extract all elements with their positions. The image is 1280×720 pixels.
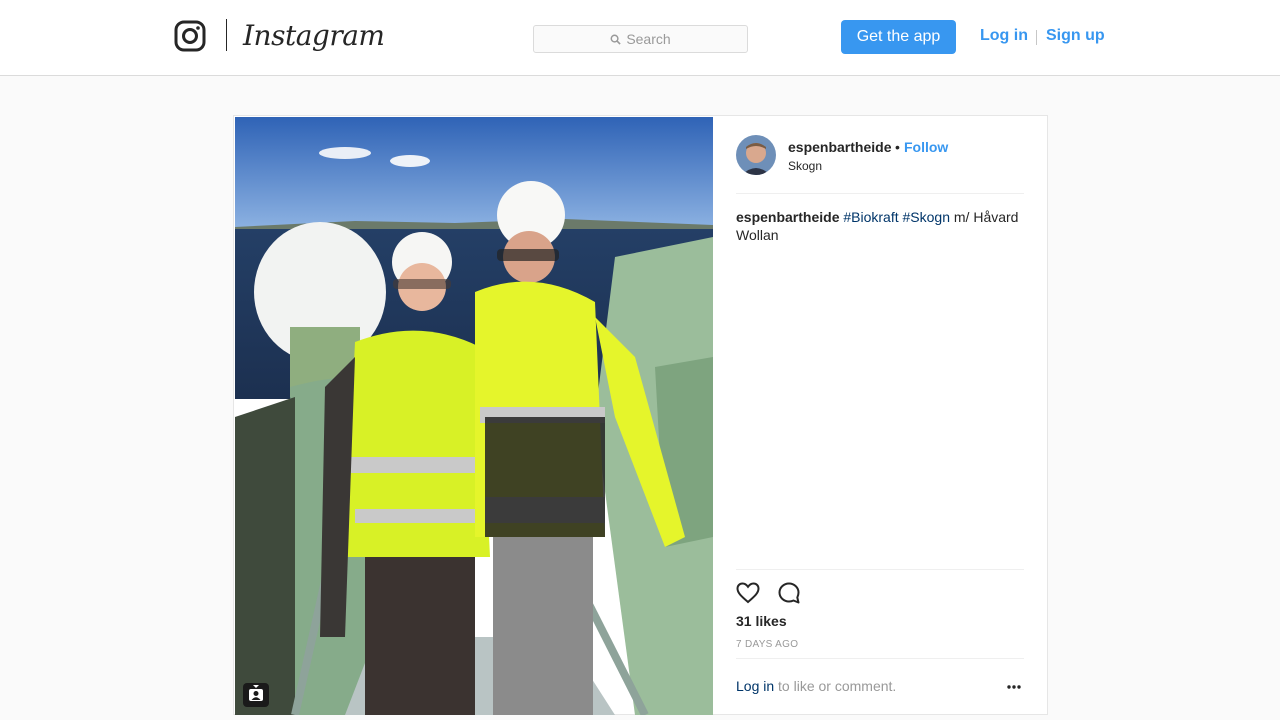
logo-divider	[226, 19, 227, 51]
post-card: espenbartheide • Follow Skogn espenbarth…	[233, 115, 1048, 715]
hashtag-link[interactable]: #Biokraft	[843, 209, 898, 225]
post-caption: espenbartheide #Biokraft #Skogn m/ Håvar…	[736, 208, 1026, 244]
likes-count[interactable]: 31 likes	[736, 613, 787, 629]
post-sidebar: espenbartheide • Follow Skogn espenbarth…	[713, 116, 1049, 716]
comment-icon[interactable]	[776, 580, 802, 606]
post-photo[interactable]	[235, 117, 713, 715]
more-options-icon[interactable]	[1006, 683, 1022, 691]
tagged-user-badge[interactable]	[243, 683, 269, 707]
search-icon	[610, 34, 621, 45]
divider	[736, 658, 1024, 659]
avatar[interactable]	[736, 135, 776, 175]
post-location[interactable]: Skogn	[788, 159, 822, 173]
instagram-camera-icon[interactable]	[174, 20, 206, 52]
get-the-app-button[interactable]: Get the app	[841, 20, 956, 54]
post-author-username[interactable]: espenbartheide	[788, 139, 891, 155]
search-placeholder: Search	[626, 31, 671, 47]
login-prompt-text: to like or comment.	[778, 678, 897, 694]
login-to-comment-prompt: Log in to like or comment.	[736, 678, 896, 694]
divider	[736, 569, 1024, 570]
caption-username[interactable]: espenbartheide	[736, 209, 839, 225]
post-photo-image	[235, 117, 713, 715]
search-input[interactable]: Search	[533, 25, 748, 53]
post-timestamp: 7 DAYS AGO	[736, 639, 799, 650]
instagram-wordmark[interactable]: Instagram	[243, 17, 385, 55]
tagged-user-icon	[249, 685, 263, 701]
hashtag-link[interactable]: #Skogn	[903, 209, 950, 225]
heart-icon[interactable]	[735, 580, 761, 606]
signup-link[interactable]: Sign up	[1046, 27, 1105, 45]
link-divider	[1036, 30, 1037, 45]
login-to-comment-link[interactable]: Log in	[736, 678, 774, 694]
login-link[interactable]: Log in	[980, 27, 1028, 45]
divider	[736, 193, 1024, 194]
header-dot-separator: •	[895, 139, 900, 155]
follow-button[interactable]: Follow	[904, 139, 948, 155]
top-navigation-bar: Instagram Search Get the app Log in Sign…	[0, 0, 1280, 76]
